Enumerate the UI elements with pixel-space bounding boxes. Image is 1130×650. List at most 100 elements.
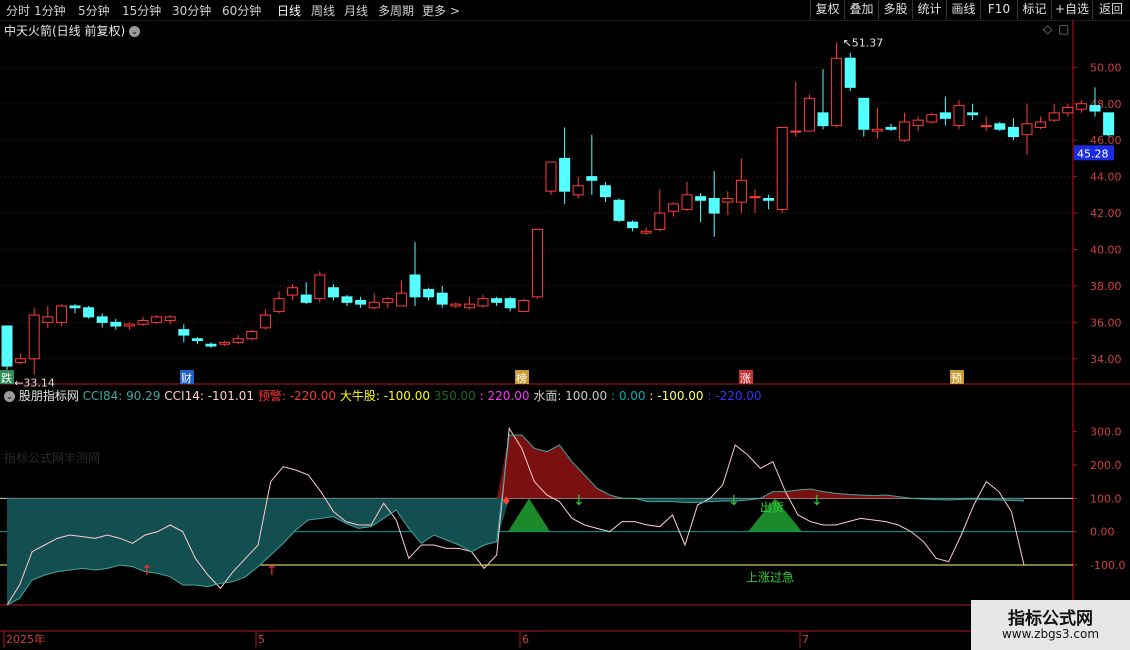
candle-body: [232, 338, 244, 343]
candle-body: [722, 197, 734, 203]
event-tag: 榜: [516, 371, 527, 385]
candle-body: [939, 112, 951, 119]
candle-body: [1075, 103, 1087, 110]
candle-body: [627, 221, 639, 229]
low-price-label: ←33.14: [14, 376, 55, 389]
osc-tick-label: 100.0: [1090, 492, 1122, 505]
candle-body: [368, 301, 380, 309]
candle-body: [586, 176, 598, 181]
date-label: 2025年: [6, 632, 45, 646]
osc-tick-label: -100.0: [1090, 559, 1125, 572]
candle-body: [871, 128, 883, 132]
candle-body: [491, 298, 503, 303]
price-tick-label: 50.00: [1090, 61, 1122, 74]
candle-body: [695, 196, 707, 201]
candle-body: [300, 294, 312, 303]
down-arrow-icon: ↓: [811, 493, 823, 509]
candle-body: [246, 330, 258, 340]
candle-body: [599, 185, 611, 198]
price-tick-label: 40.00: [1090, 243, 1122, 256]
warning-diamond-icon: ♦: [501, 494, 512, 508]
candle-body: [1035, 121, 1047, 128]
candle-body: [409, 274, 421, 298]
candle-body: [926, 114, 938, 123]
candle-body: [69, 305, 81, 309]
price-tick-label: 42.00: [1090, 207, 1122, 220]
candle-body: [776, 126, 788, 210]
candle-body: [667, 203, 679, 212]
rise-label: 上涨过急: [746, 570, 794, 585]
candle-body: [123, 323, 135, 327]
candle-body: [327, 287, 339, 298]
candle-body: [137, 320, 149, 325]
candle-body: [885, 126, 897, 130]
candle-body: [980, 125, 992, 128]
date-label: 7: [802, 633, 809, 646]
candle-body: [15, 358, 27, 363]
candle-body: [110, 321, 122, 327]
candle-body: [545, 161, 557, 192]
candle-body: [994, 123, 1006, 130]
candle-body: [831, 57, 843, 127]
candle-body: [559, 157, 571, 192]
candle-body: [83, 307, 95, 318]
candle-body: [572, 185, 584, 196]
candle-body: [681, 194, 693, 210]
candle-body: [953, 105, 965, 127]
current-price-label: 45.28: [1077, 147, 1109, 160]
date-label: 5: [258, 633, 265, 646]
osc-tick-label: 0.00: [1090, 526, 1115, 539]
candle-body: [341, 296, 353, 303]
logo-url: www.zbgs3.com: [1001, 627, 1100, 641]
price-tick-label: 34.00: [1090, 353, 1122, 366]
candle-body: [28, 314, 40, 360]
candle-body: [1062, 106, 1074, 114]
high-price-label: ↖51.37: [843, 36, 884, 49]
candle-body: [477, 298, 489, 307]
event-tag: 跌: [1, 371, 12, 385]
cci84-upper-area: [7, 435, 1024, 499]
candle-body: [355, 299, 367, 305]
down-arrow-icon: ↓: [573, 493, 585, 509]
candle-body: [273, 298, 285, 312]
event-tag: 预: [951, 372, 962, 385]
date-label: 6: [522, 633, 529, 646]
price-tick-label: 36.00: [1090, 316, 1122, 329]
candle-body: [899, 121, 911, 141]
candle-body: [790, 130, 802, 133]
candle-body: [395, 292, 407, 307]
candle-body: [259, 314, 271, 329]
candle-body: [912, 119, 924, 127]
candle-body: [314, 274, 326, 300]
candle-body: [763, 197, 775, 201]
candle-body: [191, 338, 203, 342]
candle-body: [1007, 126, 1019, 138]
candle-body: [817, 112, 829, 127]
down-arrow-icon: ↓: [728, 493, 740, 509]
candle-body: [382, 298, 394, 303]
candle-body: [151, 316, 163, 323]
candle-body: [531, 228, 543, 298]
candle-body: [735, 179, 747, 203]
candle-body: [844, 57, 856, 88]
candle-body: [55, 305, 67, 323]
candle-body: [96, 316, 108, 323]
cci84-lower-area: [7, 498, 1024, 605]
up-arrow-icon: ↑: [266, 563, 278, 579]
candle-body: [749, 196, 761, 199]
candle-body: [613, 199, 625, 221]
candle-body: [1103, 112, 1115, 136]
candle-body: [858, 97, 870, 130]
candle-body: [287, 287, 299, 296]
candle-body: [1, 325, 13, 367]
logo-text: 指标公式网: [1008, 609, 1093, 629]
candle-body: [803, 97, 815, 132]
osc-tick-label: 300.0: [1090, 426, 1122, 439]
candle-body: [1021, 123, 1033, 136]
event-tag: 涨: [740, 372, 751, 385]
candle-body: [1089, 105, 1101, 112]
candle-body: [42, 316, 54, 323]
candle-body: [450, 303, 462, 307]
chart-canvas: 50.0048.0046.0044.0042.0040.0038.0036.00…: [0, 20, 1130, 650]
event-tag: 财: [181, 371, 192, 385]
